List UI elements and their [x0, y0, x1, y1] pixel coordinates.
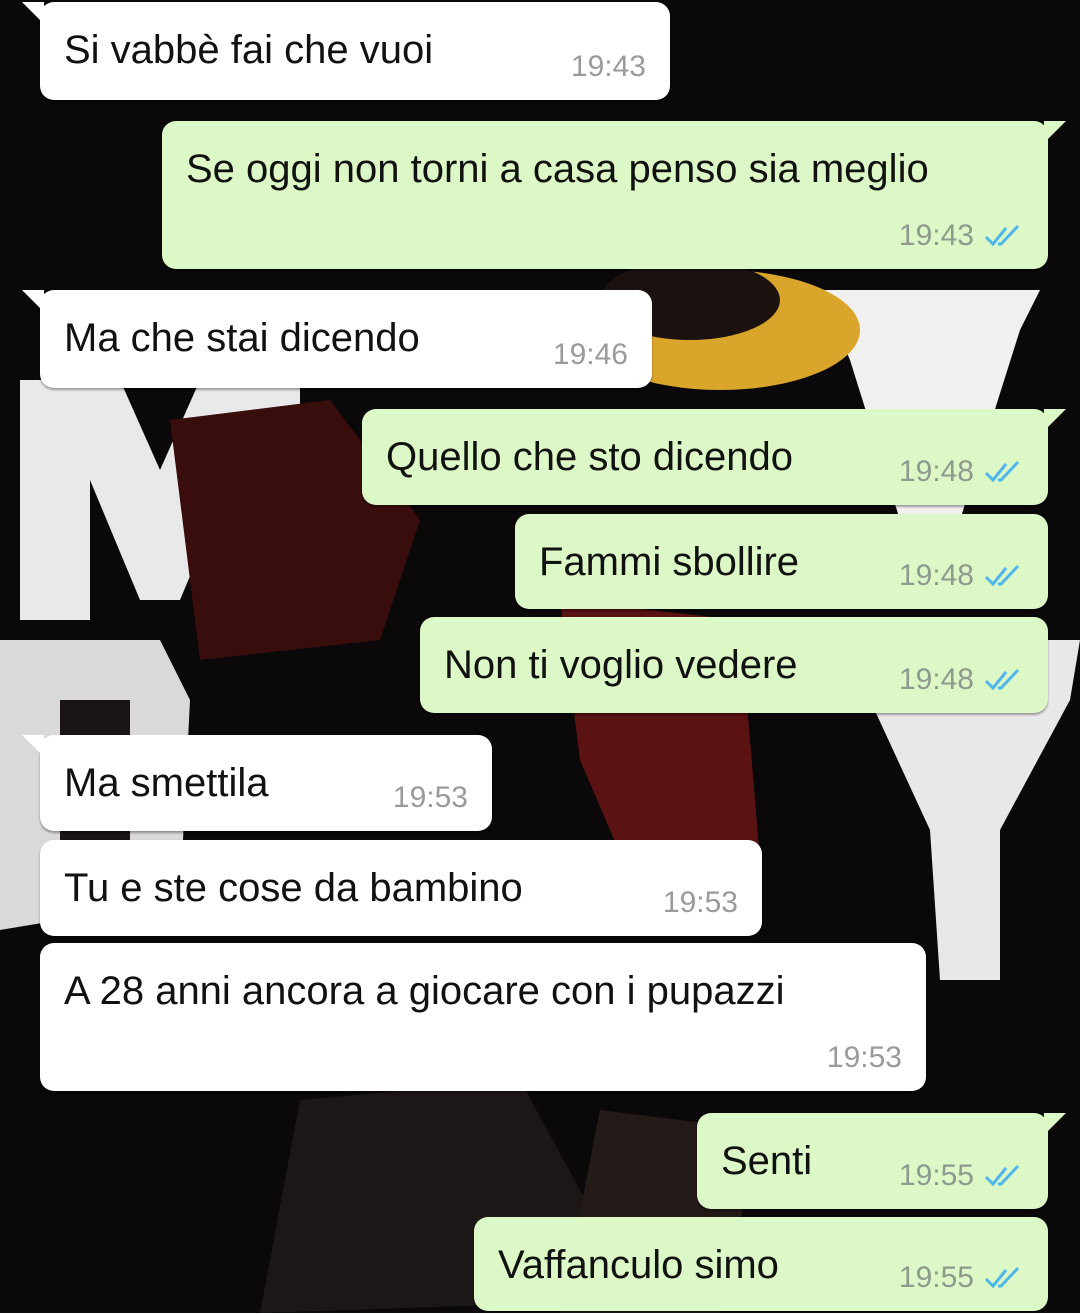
message-time: 19:53: [826, 1041, 902, 1074]
message-text: Se oggi non torni a casa penso sia megli…: [186, 147, 929, 191]
chat-thread[interactable]: Si vabbè fai che vuoi 19:43 Se oggi non …: [0, 0, 1080, 1313]
message-time: 19:53: [392, 781, 468, 814]
double-check-read-icon: [984, 564, 1020, 587]
message-text: Ma che stai dicendo: [64, 316, 420, 360]
message-time: 19:55: [898, 1159, 974, 1192]
message-bubble-incoming[interactable]: Tu e ste cose da bambino 19:53: [40, 840, 762, 936]
message-bubble-outgoing[interactable]: Non ti voglio vedere 19:48: [420, 617, 1048, 713]
message-text: A 28 anni ancora a giocare con i pupazzi: [64, 969, 785, 1013]
message-bubble-incoming[interactable]: A 28 anni ancora a giocare con i pupazzi…: [40, 943, 926, 1091]
message-bubble-outgoing[interactable]: Quello che sto dicendo 19:48: [362, 409, 1066, 505]
message-time: 19:46: [552, 338, 628, 371]
message-bubble-outgoing[interactable]: Vaffanculo simo 19:55: [474, 1217, 1048, 1311]
message-time: 19:43: [570, 50, 646, 83]
double-check-read-icon: [984, 668, 1020, 691]
double-check-read-icon: [984, 1164, 1020, 1187]
message-time: 19:43: [898, 219, 974, 252]
double-check-read-icon: [984, 1266, 1020, 1289]
message-time: 19:48: [898, 663, 974, 696]
message-time: 19:53: [662, 886, 738, 919]
message-bubble-incoming[interactable]: Ma che stai dicendo 19:46: [22, 290, 652, 388]
message-bubble-incoming[interactable]: Si vabbè fai che vuoi 19:43: [22, 2, 670, 100]
message-bubble-outgoing[interactable]: Se oggi non torni a casa penso sia megli…: [162, 121, 1066, 269]
message-text: Tu e ste cose da bambino: [64, 866, 523, 910]
message-bubble-incoming[interactable]: Ma smettila 19:53: [22, 735, 492, 831]
message-text: Si vabbè fai che vuoi: [64, 28, 434, 72]
message-bubble-outgoing[interactable]: Senti 19:55: [697, 1113, 1066, 1209]
message-bubble-outgoing[interactable]: Fammi sbollire 19:48: [515, 514, 1048, 609]
double-check-read-icon: [984, 460, 1020, 483]
message-time: 19:48: [898, 455, 974, 488]
message-time: 19:55: [898, 1261, 974, 1294]
double-check-read-icon: [984, 224, 1020, 247]
message-time: 19:48: [898, 559, 974, 592]
